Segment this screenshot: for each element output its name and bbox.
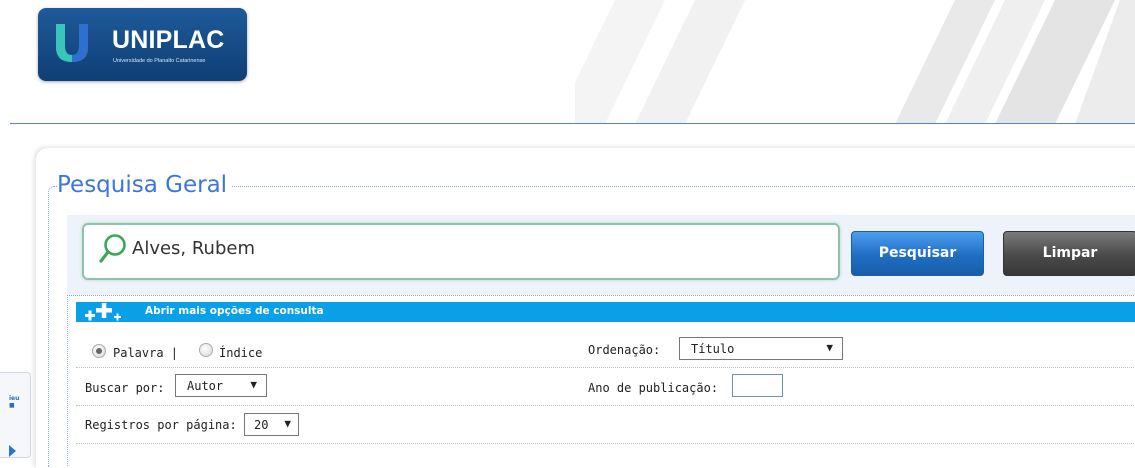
search-input[interactable]: Alves, Rubem [82,223,840,280]
plus-icon [85,303,121,321]
radio-indice[interactable] [199,343,213,357]
row-divider [76,367,1135,368]
page-title: Pesquisa Geral [57,172,232,198]
per-page-value: 20 [254,418,269,432]
header-decoration [575,0,1135,124]
order-value: Título [691,342,735,356]
header-divider [10,123,1135,124]
row-divider [76,443,1135,444]
per-page-label: Registros por página: [85,418,237,432]
radio-palavra[interactable] [92,344,106,358]
logo-name: UNIPLAC [112,26,225,54]
year-input[interactable] [732,374,783,397]
order-label: Ordenação: [588,343,661,357]
year-label: Ano de publicação: [588,381,719,395]
search-value: Alves, Rubem [132,238,256,259]
radio-indice-label: Índice [219,346,263,360]
search-by-select[interactable]: Autor ▼ [175,374,267,397]
per-page-select[interactable]: 20 ▼ [244,413,299,436]
radio-palavra-label: Palavra | [113,346,179,360]
uniplac-u-icon [56,24,88,62]
side-arrow-icon[interactable] [9,445,16,457]
side-widget-icon: ieu ■ [9,395,20,409]
more-options-label: Abrir mais opções de consulta [145,305,324,317]
order-select[interactable]: Título ▼ [679,337,843,360]
clear-button[interactable]: Limpar [1003,231,1135,276]
chevron-down-icon: ▼ [826,341,833,354]
side-widget[interactable]: ieu ■ [0,372,31,458]
chevron-down-icon: ▼ [284,417,291,430]
chevron-down-icon: ▼ [250,378,257,391]
search-by-label: Buscar por: [85,381,165,395]
logo-tagline: Universidade do Planalto Catarinense [113,58,206,64]
more-options-toggle[interactable]: Abrir mais opções de consulta [76,302,1135,322]
site-header: UNIPLAC Universidade do Planalto Catarin… [0,0,1135,126]
search-button[interactable]: Pesquisar [851,231,984,276]
row-divider [76,405,1135,406]
search-icon [99,234,126,263]
search-by-value: Autor [187,379,224,393]
uniplac-logo[interactable]: UNIPLAC Universidade do Planalto Catarin… [38,8,247,81]
